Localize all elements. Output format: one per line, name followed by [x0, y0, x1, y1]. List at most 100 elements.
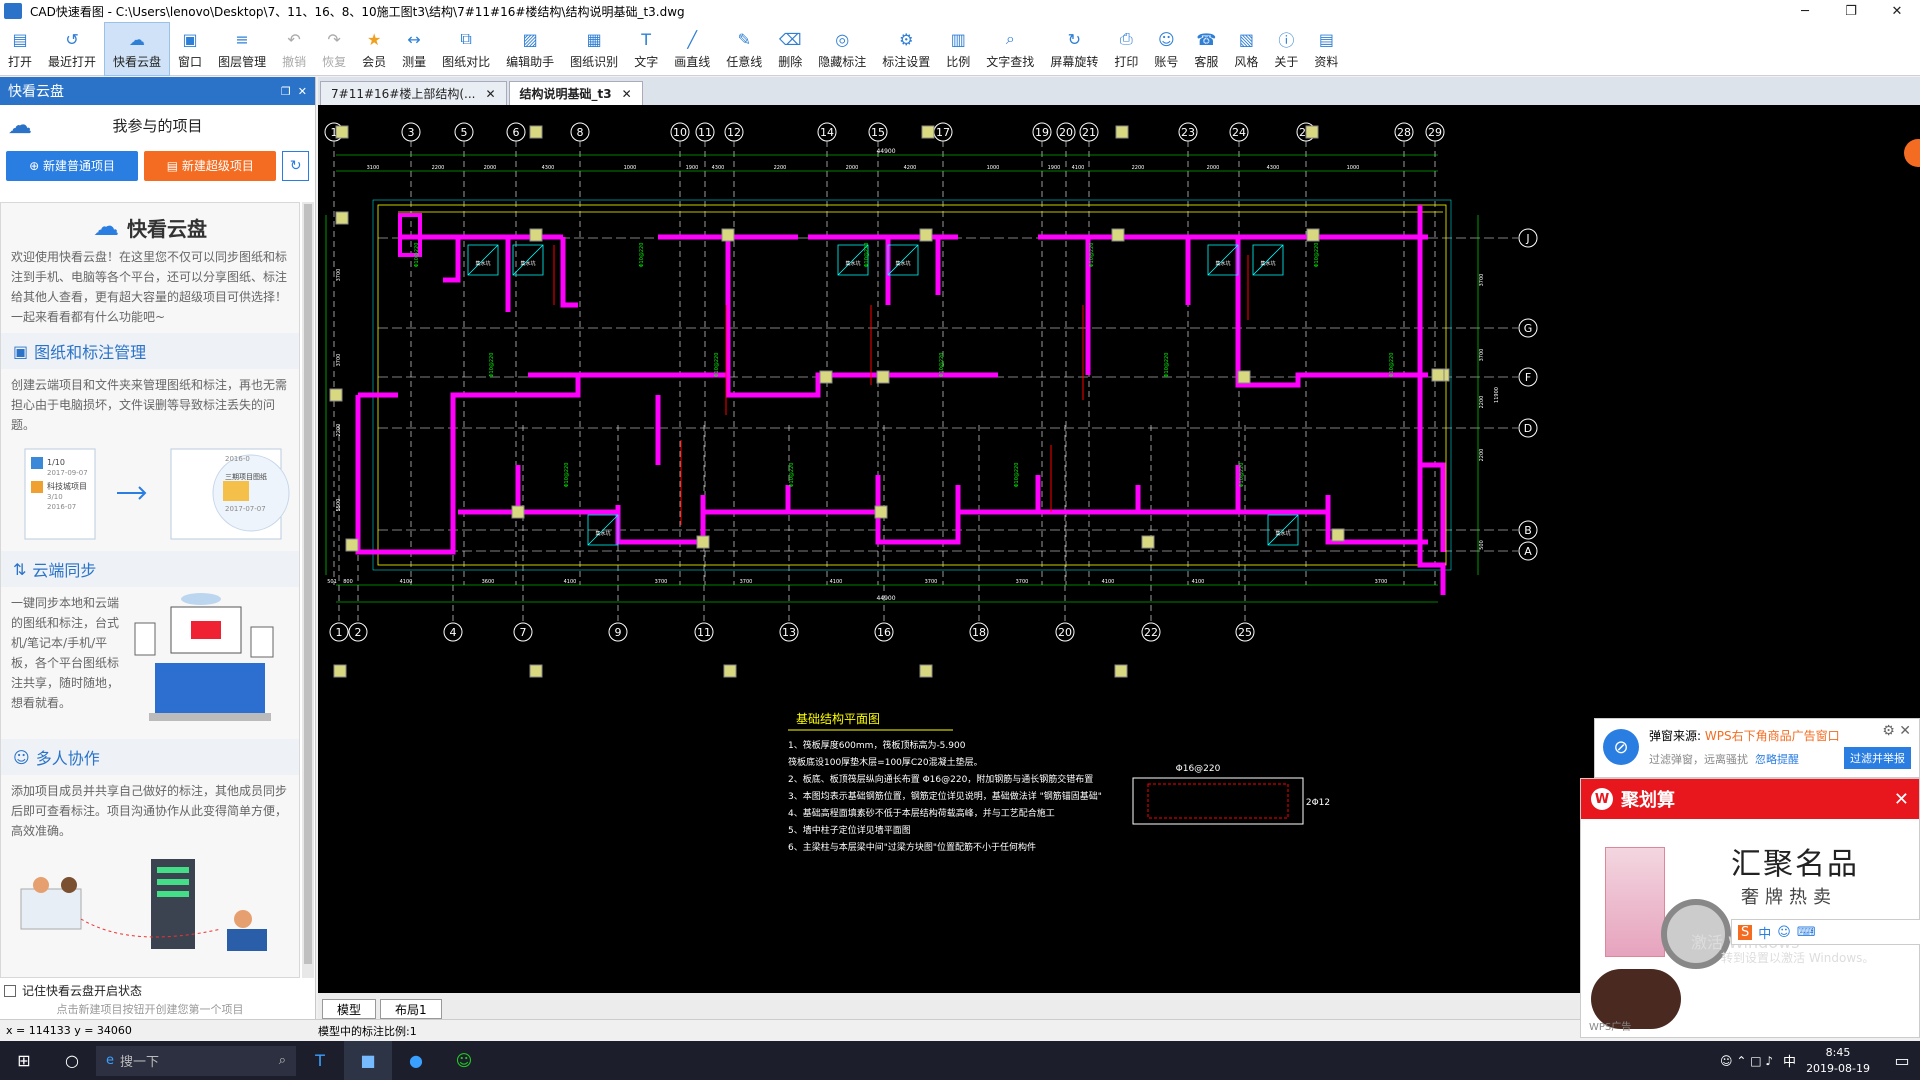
- new-normal-project-button[interactable]: ⊕ 新建普通项目: [6, 151, 139, 181]
- close-tab-icon[interactable]: ✕: [622, 87, 632, 101]
- ribbon-rotate-button[interactable]: ↻ 屏幕旋转: [1042, 22, 1106, 76]
- search-box[interactable]: e 搜一下 ⌕: [96, 1045, 296, 1076]
- ribbon-recent-button[interactable]: ↺ 最近打开: [40, 22, 104, 76]
- ribbon-find-text-button[interactable]: ⌕ 文字查找: [978, 22, 1042, 76]
- rebar-annotation: Φ10@220: [714, 353, 720, 378]
- ribbon-style-button[interactable]: ▧ 风格: [1226, 22, 1266, 76]
- rebar-annotation: Φ10@220: [639, 243, 645, 268]
- sidebar-scrollbar[interactable]: [302, 202, 314, 978]
- dim-text: 1000: [987, 165, 1000, 171]
- refresh-icon[interactable]: ↻: [282, 151, 309, 181]
- tab-upper-structure[interactable]: 7#11#16#楼上部结构(... ✕: [320, 81, 507, 105]
- dim-text: 3700: [1479, 349, 1485, 362]
- ribbon-pen-button[interactable]: ✎ 任意线: [718, 22, 770, 76]
- ribbon-label: 删除: [778, 55, 803, 69]
- notification-icon[interactable]: ▭: [1884, 1041, 1920, 1080]
- ribbon-scale-button[interactable]: ▥ 比例: [938, 22, 978, 76]
- dim-text: 1000: [1347, 165, 1360, 171]
- rebar-annotation: Φ10@220: [1014, 463, 1020, 488]
- taskbar-wechat-icon[interactable]: ☺: [440, 1041, 488, 1080]
- dim-text: 2000: [1207, 165, 1220, 171]
- ribbon-folder-button[interactable]: ▤ 打开: [0, 22, 40, 76]
- ribbon-label: 文字: [634, 55, 659, 69]
- dock-icon[interactable]: ❐ ✕: [281, 85, 307, 98]
- taskbar-cad-icon[interactable]: ■: [344, 1041, 392, 1080]
- ime-toolbar[interactable]: S 中 ☺ ⌨: [1731, 919, 1920, 945]
- ribbon-line-button[interactable]: ╱ 画直线: [666, 22, 718, 76]
- tab-foundation-notes[interactable]: 结构说明基础_t3 ✕: [508, 81, 643, 105]
- section-drawing-manage: ▣ 图纸和标注管理: [1, 333, 299, 369]
- ribbon-annot-settings-button[interactable]: ⚙ 标注设置: [874, 22, 938, 76]
- tray-lang[interactable]: 中: [1783, 1051, 1796, 1070]
- svg-text:3/10: 3/10: [47, 493, 63, 501]
- annot-settings-icon: ⚙: [899, 29, 914, 49]
- folder-manage-icon: ▣: [13, 341, 29, 361]
- ribbon-label: 打开: [8, 55, 33, 69]
- style-icon: ▧: [1238, 29, 1254, 49]
- cortana-icon[interactable]: ○: [48, 1041, 96, 1080]
- ribbon-undo-button[interactable]: ↶ 撤销: [274, 22, 314, 76]
- remember-checkbox-row[interactable]: 记住快看云盘开启状态: [4, 982, 142, 999]
- remember-checkbox[interactable]: [4, 984, 16, 997]
- ribbon-label: 资料: [1314, 55, 1339, 69]
- column: [721, 228, 735, 242]
- ribbon-layers-button[interactable]: ≡ 图层管理: [210, 22, 274, 76]
- axis-label: 23: [1181, 126, 1195, 139]
- popup-filter-text: 过滤弹窗，远离骚扰: [1649, 753, 1748, 766]
- dim-text: 500: [1479, 540, 1485, 550]
- tab-layout1[interactable]: 布局1: [380, 999, 442, 1019]
- ribbon-window-button[interactable]: ▣ 窗口: [170, 22, 210, 76]
- column: [921, 125, 935, 139]
- ad-close-icon[interactable]: ✕: [1894, 789, 1909, 810]
- dim-text: 11900: [1494, 387, 1500, 403]
- clock[interactable]: 8:45 2019-08-19: [1806, 1045, 1870, 1077]
- project-title: 我参与的项目: [112, 116, 203, 135]
- ribbon-text-button[interactable]: T 文字: [626, 22, 666, 76]
- ribbon-eraser-button[interactable]: ⌫ 删除: [770, 22, 810, 76]
- maximize-button[interactable]: ❐: [1828, 0, 1874, 22]
- layers-icon: ≡: [235, 29, 249, 49]
- start-icon[interactable]: ⊞: [0, 1041, 48, 1080]
- ribbon-label: 恢复: [322, 55, 347, 69]
- ribbon-label: 图纸识别: [570, 55, 619, 69]
- axis-label: 21: [1082, 126, 1096, 139]
- ribbon-edit-helper-button[interactable]: ▨ 编辑助手: [498, 22, 562, 76]
- axis-label: 6: [513, 126, 520, 139]
- ribbon-redo-button[interactable]: ↷ 恢复: [314, 22, 354, 76]
- axis-label: 2: [355, 626, 362, 639]
- new-super-project-button[interactable]: ▤ 新建超级项目: [144, 151, 277, 181]
- ribbon-account-button[interactable]: ☺ 账号: [1146, 22, 1186, 76]
- ribbon-headset-button[interactable]: ☎ 客服: [1186, 22, 1226, 76]
- ribbon-info-button[interactable]: ⓘ 关于: [1266, 22, 1306, 76]
- ribbon-recognize-button[interactable]: ▦ 图纸识别: [562, 22, 626, 76]
- ribbon-label: 窗口: [178, 55, 203, 69]
- section-cloud-sync: ⇅ 云端同步: [1, 551, 299, 587]
- tray-icons[interactable]: ☺ ⌃ □ ♪: [1720, 1054, 1773, 1068]
- minimize-button[interactable]: ─: [1782, 0, 1828, 22]
- close-window-button[interactable]: ✕: [1874, 0, 1920, 22]
- ribbon-hide-button[interactable]: ◎ 隐藏标注: [810, 22, 874, 76]
- dim-text: 4100: [400, 579, 413, 585]
- ribbon-vip-button[interactable]: ★ 会员: [354, 22, 394, 76]
- pit-label: 集水坑: [595, 530, 610, 537]
- taskbar-app-icon[interactable]: T: [296, 1041, 344, 1080]
- axis-label: 16: [877, 626, 891, 639]
- ribbon-print-button[interactable]: ⎙ 打印: [1106, 22, 1146, 76]
- pen-icon: ✎: [737, 29, 751, 49]
- tab-model[interactable]: 模型: [322, 999, 377, 1019]
- ribbon-measure-button[interactable]: ↔ 测量: [394, 22, 434, 76]
- taskbar-browser-icon[interactable]: ●: [392, 1041, 440, 1080]
- popup-filter-report-button[interactable]: 过滤并举报: [1844, 747, 1911, 769]
- dim-text: 3700: [1375, 579, 1388, 585]
- close-tab-icon[interactable]: ✕: [485, 87, 495, 101]
- sidebar-title: 快看云盘: [8, 84, 64, 100]
- ribbon-docs-button[interactable]: ▤ 资料: [1306, 22, 1346, 76]
- dim-text: 1900: [1048, 165, 1061, 171]
- popup-settings-icon[interactable]: ⚙ ✕: [1882, 723, 1911, 739]
- ribbon-cloud-button[interactable]: ☁ 快看云盘: [104, 22, 171, 76]
- intro-text: 欢迎使用快看云盘！在这里您不仅可以同步图纸和标注到手机、电脑等各个平台，还可以分…: [11, 250, 288, 324]
- popup-remind-link[interactable]: 忽略提醒: [1755, 751, 1799, 767]
- dim-text: 3100: [367, 165, 380, 171]
- ribbon-compare-button[interactable]: ⧉ 图纸对比: [434, 22, 498, 76]
- panel-title: ☁ 快看云盘: [93, 212, 207, 242]
